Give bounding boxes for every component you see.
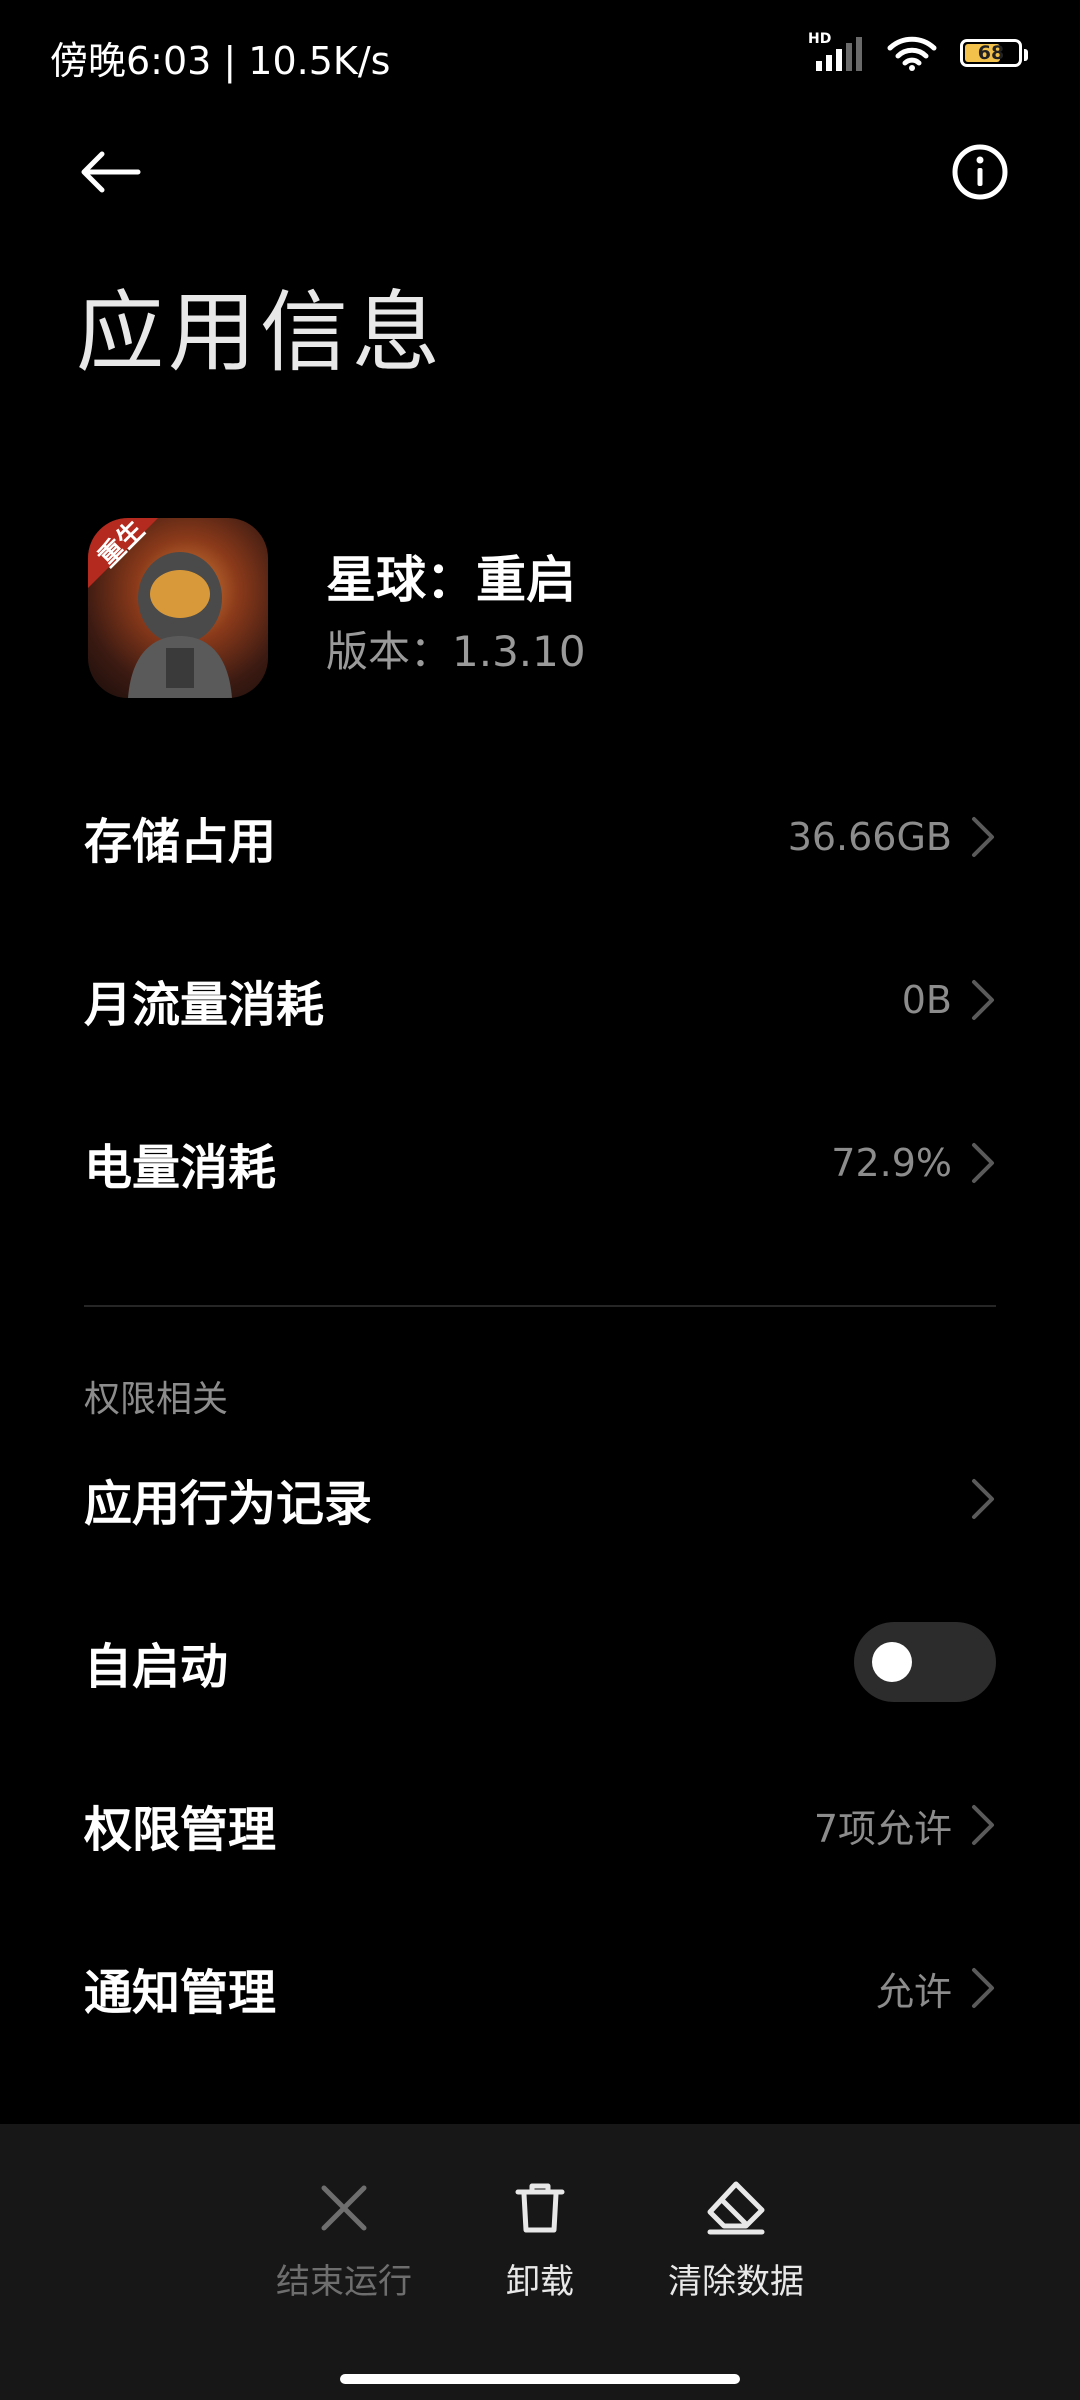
autostart-toggle[interactable] [854,1622,996,1702]
section-divider [84,1305,996,1307]
battery-icon: 68 [960,39,1028,67]
chevron-right-icon [972,1805,994,1845]
app-icon: 重生 [88,518,268,698]
row-value: 0B [901,978,952,1022]
arrow-left-icon[interactable] [68,130,152,214]
clear-data-label: 清除数据 [668,2262,804,2302]
row-label: 自启动 [84,1639,229,1695]
clear-data-button[interactable]: 清除数据 [636,2180,836,2303]
app-version: 版本：1.3.10 [326,627,586,676]
app-name: 星球：重启 [326,551,576,609]
storage-usage-row[interactable]: 存储占用 36.66GB [84,792,996,882]
row-value: 7项允许 [813,1806,952,1851]
force-stop-button[interactable]: 结束运行 [244,2180,444,2303]
status-icons: HD 68 [808,28,1028,78]
trash-icon [515,2183,565,2233]
page-title: 应用信息 [76,281,445,384]
uninstall-label: 卸载 [506,2262,574,2302]
row-value: 允许 [875,1969,952,2014]
row-label: 应用行为记录 [84,1476,373,1532]
chevron-right-icon [972,1479,994,1519]
autostart-row: 自启动 [84,1617,996,1707]
behavior-record-row[interactable]: 应用行为记录 [84,1454,996,1544]
row-label: 电量消耗 [84,1140,277,1196]
row-label: 通知管理 [84,1965,277,2021]
info-circle-icon[interactable] [938,130,1022,214]
battery-level: 68 [977,42,1005,64]
eraser-icon [707,2181,765,2235]
chevron-right-icon [972,1143,994,1183]
force-stop-label: 结束运行 [276,2262,412,2302]
signal-icon: HD [808,31,864,71]
row-value: 36.66GB [787,815,952,859]
status-time-speed: 傍晚6:03 | 10.5K/s [50,39,391,83]
uninstall-button[interactable]: 卸载 [440,2180,640,2303]
battery-usage-row[interactable]: 电量消耗 72.9% [84,1118,996,1208]
permission-manage-row[interactable]: 权限管理 7项允许 [84,1780,996,1870]
row-value: 72.9% [831,1141,952,1185]
data-usage-row[interactable]: 月流量消耗 0B [84,955,996,1045]
chevron-right-icon [972,817,994,857]
section-title: 权限相关 [84,1379,229,1420]
home-indicator[interactable] [340,2374,740,2384]
row-label: 月流量消耗 [84,977,325,1033]
notification-manage-row[interactable]: 通知管理 允许 [84,1943,996,2033]
close-icon [321,2185,367,2231]
chevron-right-icon [972,980,994,1020]
row-label: 权限管理 [84,1802,277,1858]
row-label: 存储占用 [84,814,277,870]
wifi-icon [887,36,937,71]
chevron-right-icon [972,1968,994,2008]
